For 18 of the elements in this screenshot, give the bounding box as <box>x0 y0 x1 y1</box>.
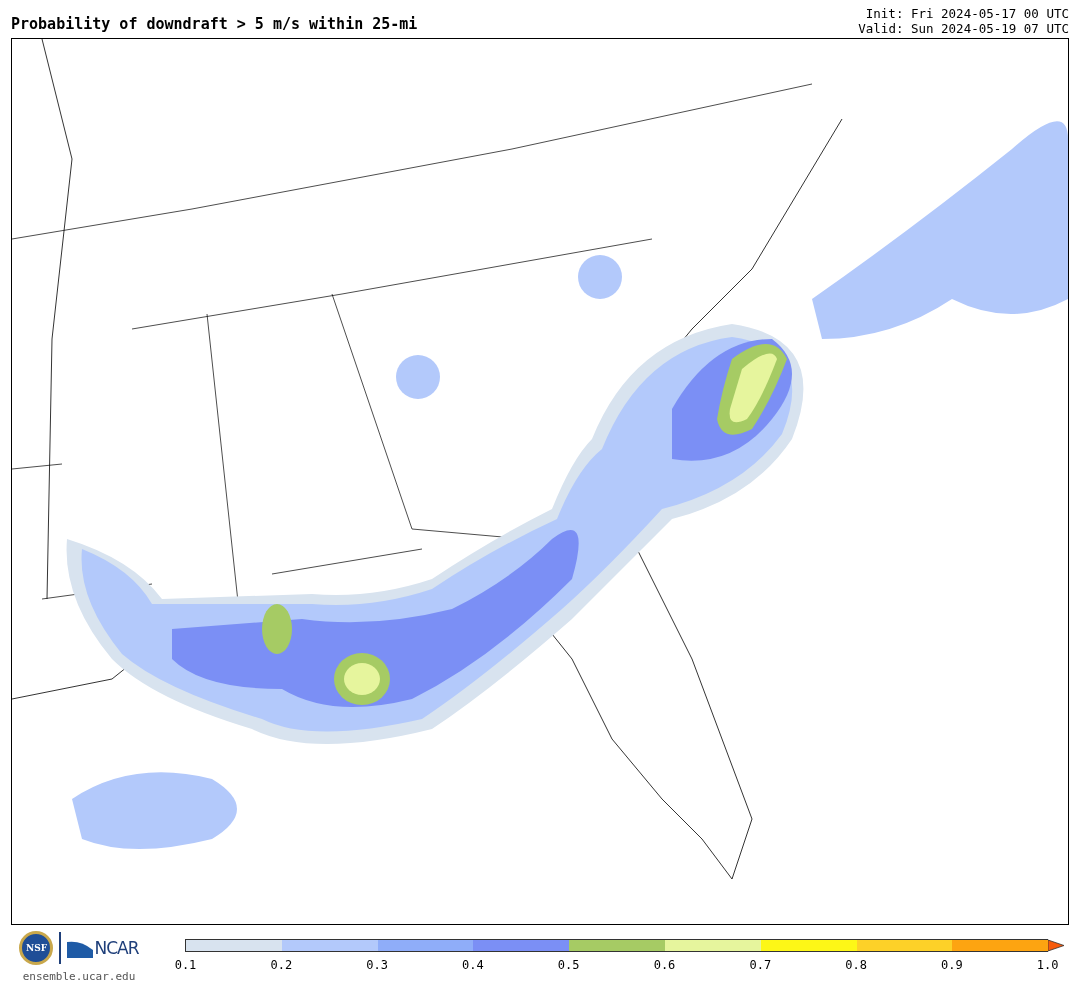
tick-label: 0.1 <box>174 958 197 972</box>
logo-divider <box>59 931 62 964</box>
website-text: ensemble.ucar.edu <box>22 970 136 983</box>
tick-label: 0.4 <box>462 958 484 972</box>
tick-label: 0.7 <box>749 958 772 972</box>
tick-label: 0.6 <box>653 958 676 972</box>
tick-label: 0.9 <box>941 958 963 972</box>
ncar-logo: NCAR <box>94 937 139 958</box>
run-info-text: Init: Fri 2024-05-17 00 UTC <box>865 6 1069 21</box>
run-info-text: Valid: Sun 2024-05-19 07 UTC <box>858 21 1069 36</box>
tick-label: 0.3 <box>366 958 388 972</box>
tick-label: 0.2 <box>270 958 293 972</box>
seal-logo: NSF <box>19 930 54 965</box>
tick-label: 1.0 <box>1036 958 1059 972</box>
swoosh-icon <box>67 939 94 958</box>
plot-title: Probability of downdraft > 5 m/s within 25-mi <box>11 15 418 35</box>
tick-label: 0.8 <box>845 958 867 972</box>
tick-label: 0.5 <box>557 958 580 972</box>
